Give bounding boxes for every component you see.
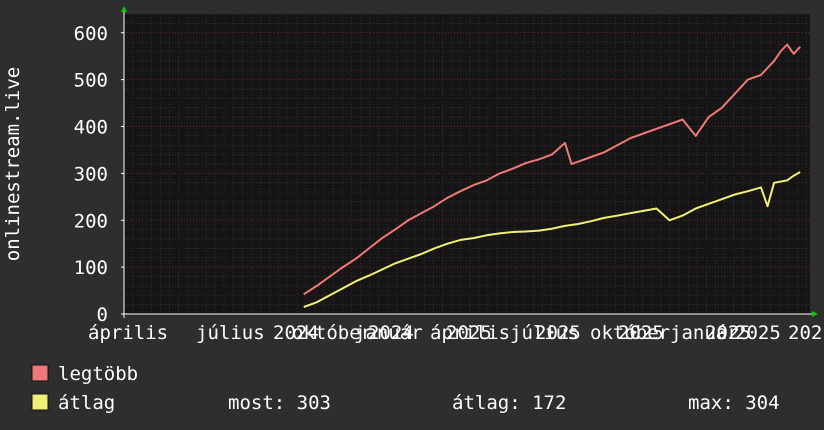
- y-tick-label: 200: [74, 210, 108, 232]
- x-tick-label: 2025: [446, 322, 492, 344]
- x-tick-label: 2024: [368, 322, 414, 344]
- stream-chart: 0100200300400500600 április július 2024okt…: [0, 0, 824, 430]
- x-tick-label: 202: [788, 322, 822, 344]
- legend-swatch-max: [31, 364, 49, 382]
- stat-avg: átlag: 172: [452, 392, 566, 414]
- x-tick-label: 2025: [735, 322, 781, 344]
- y-axis-title: onlinestream.live: [2, 67, 24, 261]
- legend-swatch-avg: [31, 393, 49, 411]
- legend-label-avg: átlag: [58, 392, 115, 414]
- x-tick-label: július: [196, 322, 265, 344]
- y-tick-label: 400: [74, 117, 108, 139]
- x-tick-labels: április július 2024októberjanuár2024 áprili…: [88, 322, 822, 344]
- x-tick-label: április: [88, 322, 168, 344]
- y-tick-label: 600: [74, 23, 108, 45]
- stat-max: max: 304: [688, 392, 780, 414]
- x-tick-label: 2025: [535, 322, 581, 344]
- y-tick-label: 500: [74, 70, 108, 92]
- y-tick-label: 300: [74, 163, 108, 185]
- x-tick-label: 2025: [618, 322, 664, 344]
- legend-label-max: legtöbb: [58, 363, 138, 385]
- y-tick-label: 100: [74, 257, 108, 279]
- stat-now: most: 303: [228, 392, 331, 414]
